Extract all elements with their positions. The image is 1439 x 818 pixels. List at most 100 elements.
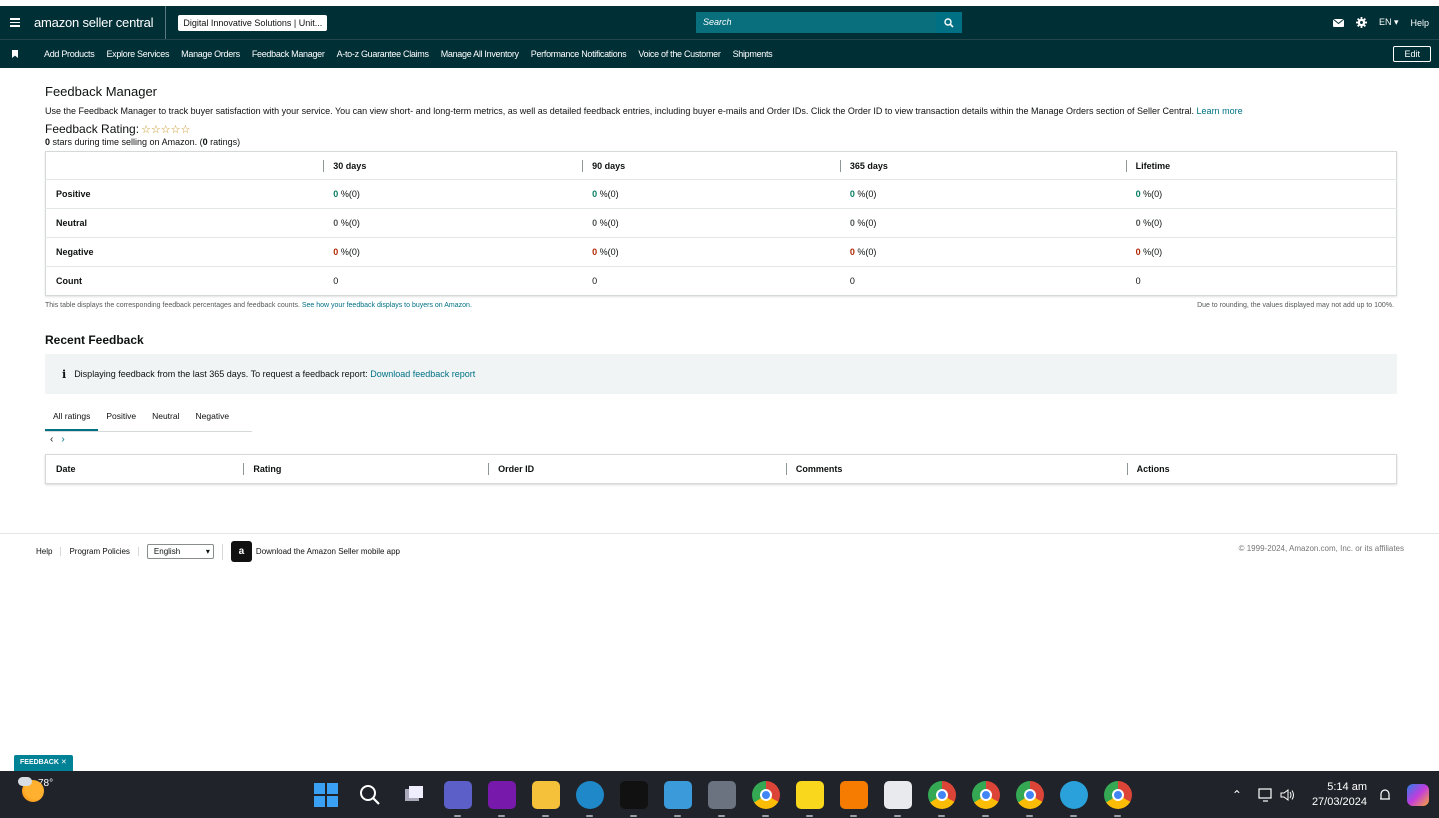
task-view-icon[interactable] xyxy=(400,781,428,809)
learn-more-link[interactable]: Learn more xyxy=(1197,106,1243,116)
search-bar: Search xyxy=(696,12,962,33)
running-indicator xyxy=(1070,815,1077,817)
chrome-profile-2-icon[interactable] xyxy=(972,781,1000,817)
chrome-profile-3-icon[interactable] xyxy=(1016,781,1044,817)
teams-icon[interactable] xyxy=(444,781,472,817)
cell: 0 %(0) xyxy=(1125,179,1397,209)
search-icon[interactable] xyxy=(356,781,384,809)
nav-a-to-z-claims[interactable]: A-to-z Guarantee Claims xyxy=(337,49,429,59)
col-comments[interactable]: Comments xyxy=(785,455,1127,484)
info-icon: i xyxy=(62,367,67,381)
running-indicator xyxy=(762,815,769,817)
chrome-profile-4-icon[interactable] xyxy=(1104,781,1132,817)
calculator-icon[interactable] xyxy=(708,781,736,817)
feedback-tab-button[interactable]: FEEDBACK ✕ xyxy=(14,755,73,771)
clock[interactable]: 5:14 am 27/03/2024 xyxy=(1312,780,1367,810)
col-rating[interactable]: Rating xyxy=(243,455,488,484)
search-input[interactable]: Search xyxy=(696,12,936,33)
next-page-icon[interactable]: › xyxy=(61,434,64,445)
table-notes: This table displays the corresponding fe… xyxy=(45,302,1397,309)
amazon-seller-central-logo[interactable]: amazon seller central xyxy=(34,6,167,39)
weather-icon xyxy=(18,777,44,802)
nav-feedback-manager[interactable]: Feedback Manager xyxy=(252,49,325,59)
table-row: Neutral 0 %(0) 0 %(0) 0 %(0) 0 %(0) xyxy=(45,208,1397,238)
running-indicator xyxy=(542,815,549,817)
nav-manage-inventory[interactable]: Manage All Inventory xyxy=(441,49,519,59)
nav-performance-notifications[interactable]: Performance Notifications xyxy=(531,49,627,59)
nav-bar: Add Products Explore Services Manage Ord… xyxy=(0,39,1439,68)
feedback-summary-table: 30 days 90 days 365 days Lifetime Positi… xyxy=(45,151,1397,296)
tab-positive[interactable]: Positive xyxy=(98,406,144,431)
netflix-icon[interactable] xyxy=(620,781,648,817)
col-order-id[interactable]: Order ID xyxy=(488,455,786,484)
info-alert: i Displaying feedback from the last 365 … xyxy=(45,354,1397,394)
cell: 0 %(0) xyxy=(839,237,1126,267)
recent-feedback-title: Recent Feedback xyxy=(45,333,144,347)
top-header: amazon seller central Digital Innovative… xyxy=(0,6,1439,39)
cell: 0 %(0) xyxy=(1125,237,1397,267)
sticky-notes-icon[interactable] xyxy=(796,781,824,817)
footer-language-select[interactable]: English ▾ xyxy=(146,544,214,559)
chrome-profile-1-icon[interactable] xyxy=(928,781,956,817)
start-icon[interactable] xyxy=(312,781,340,809)
tab-all-ratings[interactable]: All ratings xyxy=(45,406,99,431)
nav-voice-of-customer[interactable]: Voice of the Customer xyxy=(638,49,721,59)
chrome-icon[interactable] xyxy=(752,781,780,817)
footer-help-link[interactable]: Help xyxy=(36,547,62,556)
col-90-days: 90 days xyxy=(582,151,840,180)
snipping-tool-icon[interactable] xyxy=(884,781,912,817)
page-description: Use the Feedback Manager to track buyer … xyxy=(45,106,1243,116)
tab-neutral[interactable]: Neutral xyxy=(144,406,187,431)
network-icon[interactable] xyxy=(1258,787,1274,802)
col-365-days: 365 days xyxy=(839,151,1126,180)
gear-icon[interactable] xyxy=(1355,17,1367,28)
help-link[interactable]: Help xyxy=(1410,18,1429,28)
cell: 0 xyxy=(1135,276,1141,286)
prev-page-icon[interactable]: ‹ xyxy=(50,434,53,445)
table-row: Negative 0 %(0) 0 %(0) 0 %(0) 0 %(0) xyxy=(45,237,1397,267)
header-right: EN ▾ Help xyxy=(1332,6,1429,39)
copilot-icon[interactable] xyxy=(1407,783,1429,806)
search-button[interactable] xyxy=(936,12,962,33)
info-text: Displaying feedback from the last 365 da… xyxy=(74,369,368,379)
col-date[interactable]: Date xyxy=(46,455,244,484)
running-indicator xyxy=(894,815,901,817)
divider xyxy=(221,543,223,560)
edit-nav-button[interactable]: Edit xyxy=(1393,46,1431,62)
bookmark-icon[interactable] xyxy=(0,50,30,58)
cell: 0 %(0) xyxy=(1125,208,1397,238)
amazon-app-icon[interactable]: a xyxy=(230,541,252,562)
cell: 0 %(0) xyxy=(582,179,840,209)
remote-icon[interactable] xyxy=(840,781,868,817)
mobile-app-link[interactable]: Download the Amazon Seller mobile app xyxy=(256,547,400,556)
account-switcher[interactable]: Digital Innovative Solutions | Unit... xyxy=(178,14,328,31)
weather-widget[interactable]: 78° xyxy=(18,777,53,802)
notification-icon[interactable] xyxy=(1377,787,1393,803)
volume-icon[interactable] xyxy=(1280,788,1296,802)
rating-label: Feedback Rating: xyxy=(45,122,140,136)
running-indicator xyxy=(1026,815,1033,817)
feedback-display-link[interactable]: See how your feedback displays to buyers… xyxy=(302,302,472,309)
running-indicator xyxy=(982,815,989,817)
onenote-icon[interactable] xyxy=(488,781,516,817)
edge-icon[interactable] xyxy=(576,781,604,817)
notepad-icon[interactable] xyxy=(664,781,692,817)
footer-policies-link[interactable]: Program Policies xyxy=(61,547,139,556)
cell: 0 xyxy=(849,276,855,286)
file-explorer-icon[interactable] xyxy=(532,781,560,817)
row-label-count: Count xyxy=(56,276,82,286)
chevron-up-icon[interactable]: ⌃ xyxy=(1232,788,1242,802)
mail-icon[interactable] xyxy=(1332,18,1344,27)
table-note-left: This table displays the corresponding fe… xyxy=(45,302,472,309)
page-footer: Help Program Policies English ▾ a Downloa… xyxy=(0,533,1439,569)
table-row: Positive 0 %(0) 0 %(0) 0 %(0) 0 %(0) xyxy=(45,179,1397,209)
menu-icon[interactable] xyxy=(0,6,30,39)
nav-manage-orders[interactable]: Manage Orders xyxy=(181,49,240,59)
download-report-link[interactable]: Download feedback report xyxy=(370,369,475,379)
nav-explore-services[interactable]: Explore Services xyxy=(106,49,169,59)
telegram-icon[interactable] xyxy=(1060,781,1088,817)
tab-negative[interactable]: Negative xyxy=(188,406,238,431)
nav-shipments[interactable]: Shipments xyxy=(733,49,773,59)
nav-add-products[interactable]: Add Products xyxy=(44,49,95,59)
language-selector[interactable]: EN ▾ xyxy=(1379,17,1399,28)
